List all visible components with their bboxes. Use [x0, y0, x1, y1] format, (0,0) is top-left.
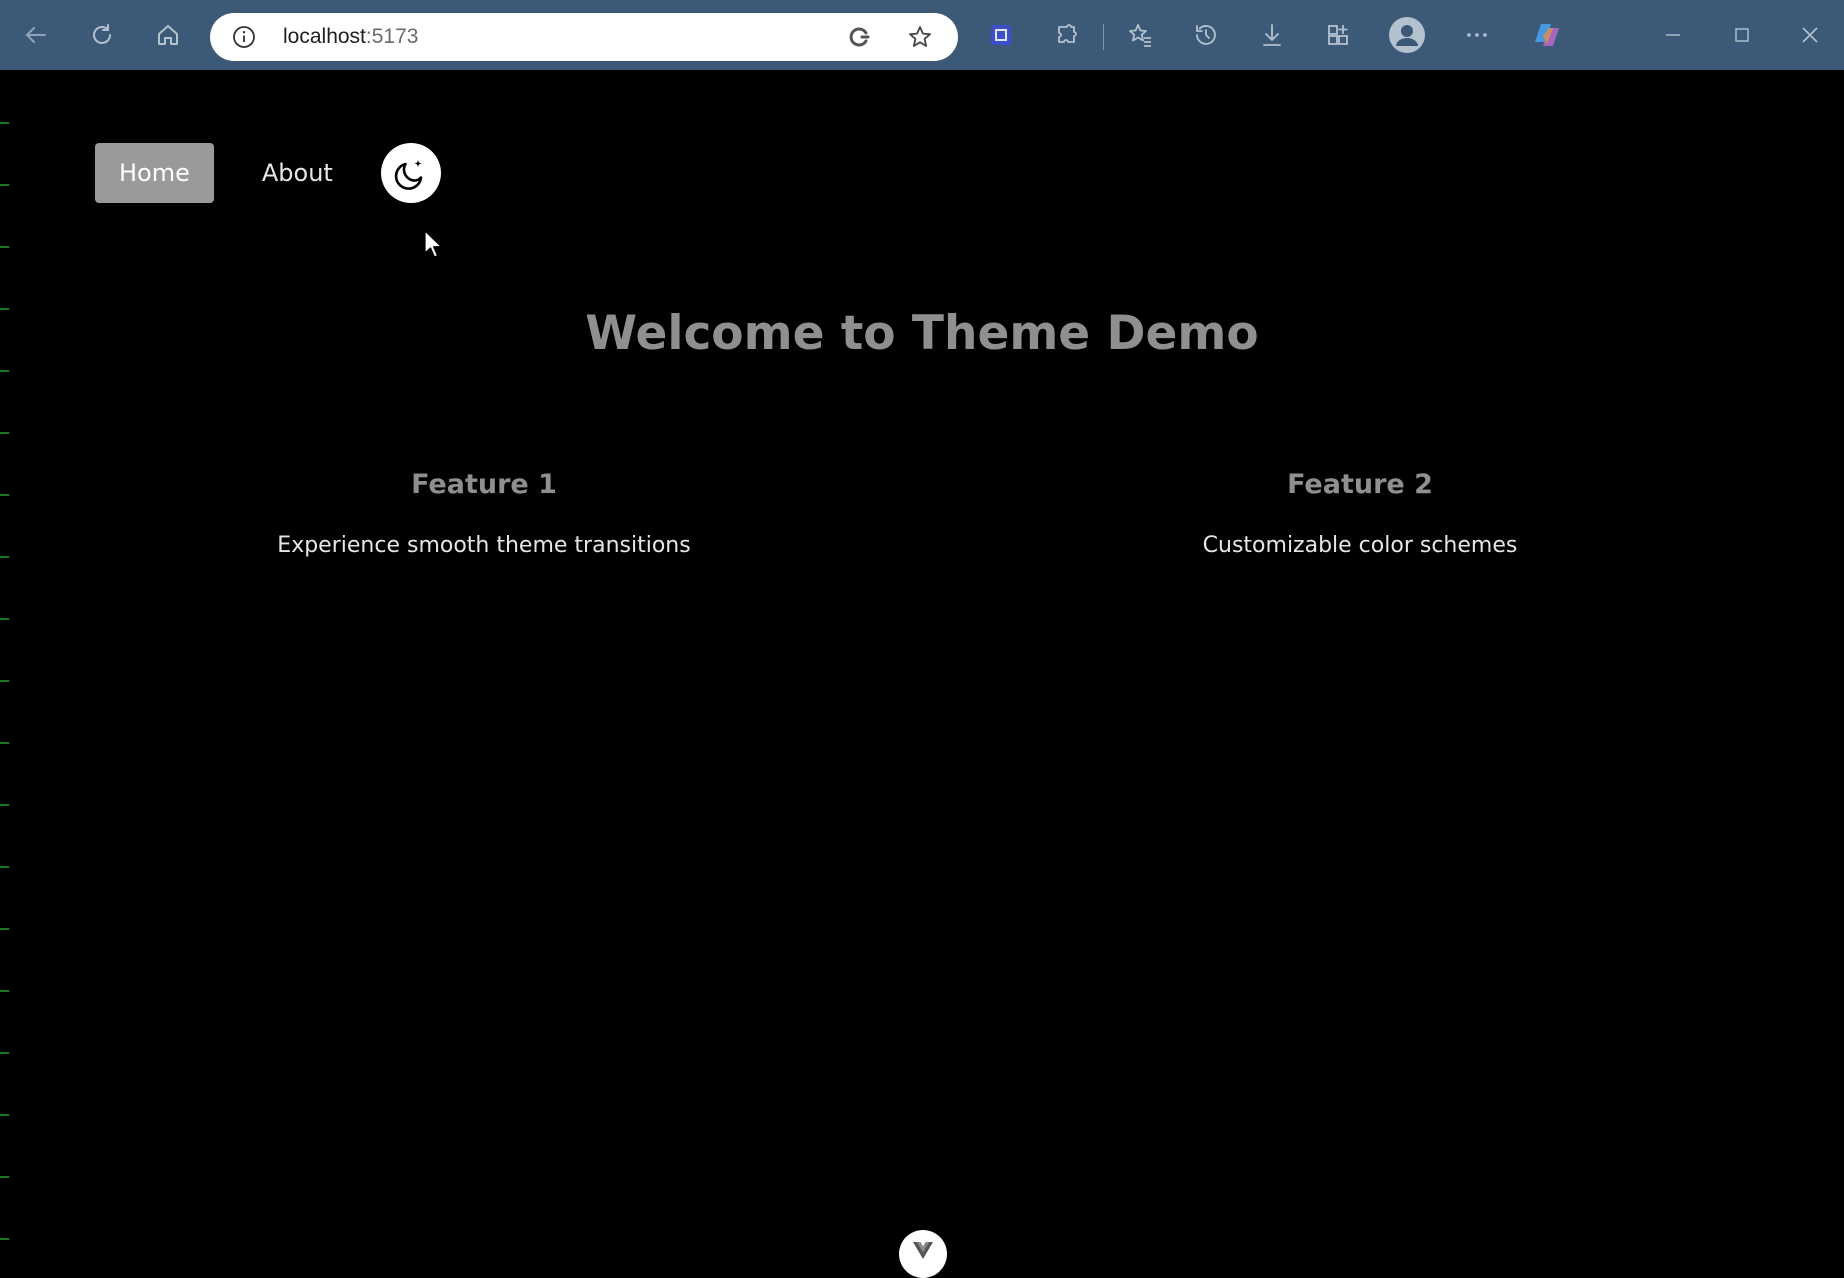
vue-devtools-button[interactable] [899, 1230, 947, 1278]
close-icon[interactable] [1788, 13, 1832, 57]
copilot-icon[interactable] [1524, 13, 1568, 57]
favorite-star-icon[interactable] [906, 23, 934, 51]
left-edge-ticks [0, 70, 10, 1266]
read-aloud-icon[interactable] [845, 23, 873, 51]
mouse-cursor [424, 230, 442, 258]
feature-description: Customizable color schemes [1202, 533, 1518, 558]
extensions-icon[interactable] [1045, 13, 1089, 57]
url-host: localhost [283, 25, 366, 48]
feature-card-2: Feature 2 Customizable color schemes [1010, 468, 1710, 562]
profile-icon[interactable] [1385, 13, 1429, 57]
feature-card-1: Feature 1 Experience smooth theme transi… [134, 468, 834, 562]
collections-icon[interactable] [1316, 13, 1360, 57]
page-content: Home About Welcome to Theme Demo Feature… [0, 70, 1844, 1278]
minimize-icon[interactable] [1651, 13, 1695, 57]
nav-home-link[interactable]: Home [95, 143, 214, 203]
history-icon[interactable] [1184, 13, 1228, 57]
browser-toolbar: localhost:5173 [0, 0, 1844, 70]
more-icon[interactable] [1455, 13, 1499, 57]
theme-toggle-button[interactable] [380, 143, 441, 203]
moon-icon [394, 160, 423, 190]
favorites-icon[interactable] [1118, 13, 1162, 57]
nav-about-link[interactable]: About [238, 143, 357, 203]
page-title: Welcome to Theme Demo [585, 306, 1259, 361]
url-port: :5173 [365, 25, 419, 48]
feature-title: Feature 1 [411, 469, 557, 500]
main-nav: Home About [95, 143, 441, 203]
home-icon[interactable] [146, 13, 190, 57]
refresh-icon[interactable] [80, 13, 124, 57]
url-text[interactable]: localhost:5173 [283, 13, 418, 61]
toolbar-divider [1103, 24, 1104, 50]
feature-description: Experience smooth theme transitions [277, 533, 691, 558]
vue-logo-icon [913, 1242, 933, 1259]
site-info-icon[interactable] [232, 25, 256, 49]
feature-title: Feature 2 [1287, 469, 1433, 500]
split-screen-icon[interactable] [979, 13, 1023, 57]
maximize-icon[interactable] [1720, 13, 1764, 57]
back-icon[interactable] [14, 13, 58, 57]
address-bar[interactable]: localhost:5173 [210, 13, 958, 61]
downloads-icon[interactable] [1250, 13, 1294, 57]
